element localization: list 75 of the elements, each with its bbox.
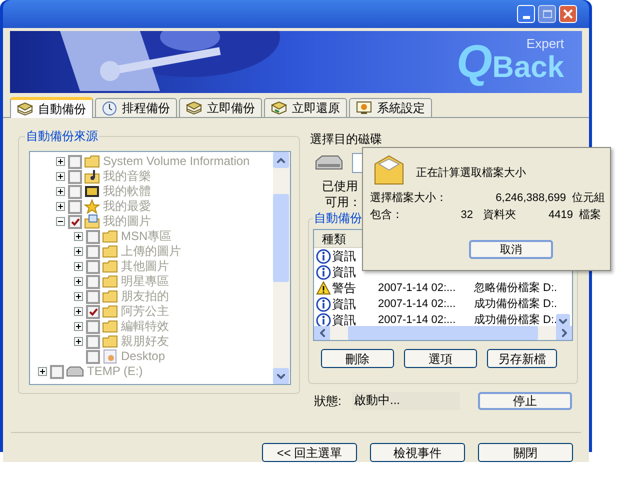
size-unit: 位元組: [572, 191, 605, 206]
tab[interactable]: 立即備份: [179, 98, 262, 117]
disk-stack-icon: [17, 102, 33, 116]
section-title: 選擇目的磁碟: [310, 131, 383, 147]
status-field: 啟動中...: [352, 392, 460, 410]
info-icon: [316, 312, 331, 328]
folder-icon: [102, 275, 118, 288]
star-icon: [84, 199, 100, 214]
contains-label: 包含：: [370, 208, 404, 223]
info-icon: [316, 296, 331, 312]
tab[interactable]: 自動備份: [10, 97, 93, 118]
maximize-button[interactable]: [538, 5, 556, 23]
status-label: 狀態:: [314, 393, 342, 410]
disk-stack-icon: [186, 101, 202, 115]
drive-icon: [314, 155, 344, 171]
folder-icon: [102, 260, 118, 273]
footer-button[interactable]: << 回主選單: [262, 443, 357, 462]
log-type: 資訊: [332, 248, 356, 264]
log-message: 成功備份檔案 D:.: [473, 312, 558, 328]
file-unit: 檔案: [579, 208, 601, 223]
log-time: 2007-1-14 02:...: [377, 297, 457, 312]
close-icon: [563, 9, 573, 19]
folder-icon: [102, 320, 118, 333]
footer-button[interactable]: 關閉: [478, 443, 573, 462]
log-type: 資訊: [332, 296, 356, 312]
tab[interactable]: 排程備份: [95, 98, 177, 117]
log-action-button[interactable]: 另存新檔: [487, 349, 557, 368]
scroll-thumb[interactable]: [348, 326, 538, 340]
log-time: 2007-1-14 02:...: [377, 313, 457, 328]
dialog-title: 正在計算選取檔案大小: [416, 166, 526, 181]
group-title: 自動備份來源: [25, 128, 99, 144]
monitor-icon: [356, 101, 372, 115]
clock-icon: [102, 100, 117, 116]
disk-stack-icon: [271, 101, 287, 115]
log-message: 忽略備份檔案 D:.: [473, 280, 558, 296]
info-icon: [316, 264, 331, 280]
folder-icon: [84, 155, 100, 168]
drive-icon: [66, 366, 84, 377]
folder-count: 32: [460, 208, 473, 223]
log-message: 成功備份檔案 D:.: [473, 296, 558, 312]
software-folder-icon: [84, 185, 100, 198]
picture-folder-icon: [84, 214, 100, 229]
size-label: 選擇檔案大小：: [370, 190, 448, 206]
warning-icon: [316, 281, 331, 295]
free-label: 可用：: [325, 195, 361, 210]
desktop-icon: [102, 349, 118, 364]
folder-icon: [102, 335, 118, 348]
size-value: 6,246,388,699: [494, 191, 566, 206]
log-action-button[interactable]: 刪除: [321, 349, 394, 368]
minimize-button[interactable]: [517, 5, 535, 23]
log-type: 資訊: [332, 264, 356, 280]
footer-button[interactable]: 檢視事件: [370, 443, 465, 462]
log-time: 2007-1-14 02:...: [377, 281, 457, 296]
folder-icon: [102, 230, 118, 243]
logo-word: Back: [492, 51, 564, 86]
group-title: 自動備份: [313, 210, 363, 226]
log-action-button[interactable]: 選項: [404, 349, 477, 368]
logo-edition: Expert: [526, 37, 564, 51]
music-folder-icon: [84, 169, 100, 184]
folder-icon: [102, 290, 118, 303]
log-type: 資訊: [332, 312, 356, 328]
used-label: 已使用: [322, 179, 358, 194]
folder-unit: 資料夾: [483, 208, 517, 223]
horizontal-scrollbar[interactable]: [314, 326, 572, 340]
folder-icon: [102, 305, 118, 318]
close-button[interactable]: [559, 5, 577, 23]
stop-button[interactable]: 停止: [478, 392, 572, 410]
file-count: 4419: [548, 208, 573, 223]
tab[interactable]: 系統設定: [349, 98, 432, 117]
log-type: 警告: [332, 280, 356, 296]
tab[interactable]: 立即還原: [264, 98, 347, 117]
cancel-button[interactable]: 取消: [469, 240, 553, 259]
folder-icon: [102, 245, 118, 258]
info-icon: [316, 248, 331, 264]
logo-letter: Q: [456, 34, 492, 89]
